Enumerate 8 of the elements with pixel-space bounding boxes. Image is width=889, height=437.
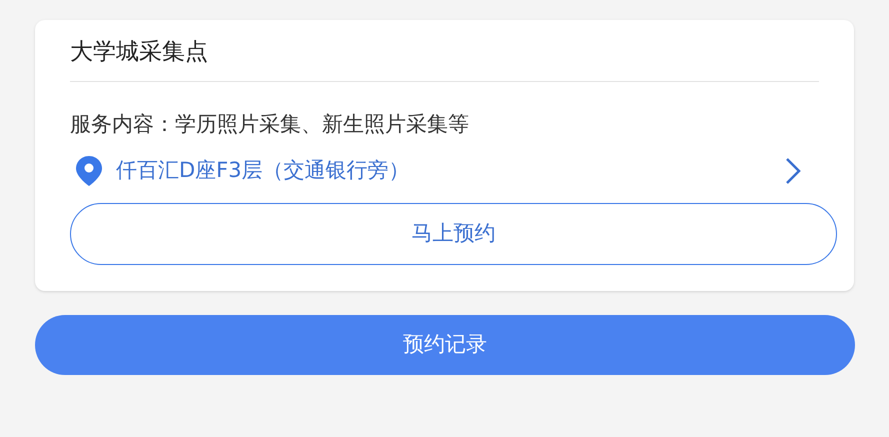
location-link[interactable]: 仟百汇D座F3层（交通银行旁）: [70, 154, 819, 188]
booking-records-button[interactable]: 预约记录: [35, 315, 855, 375]
service-description: 服务内容：学历照片采集、新生照片采集等: [70, 111, 470, 138]
book-now-button[interactable]: 马上预约: [70, 203, 837, 265]
location-text: 仟百汇D座F3层（交通银行旁）: [116, 157, 411, 184]
map-pin-icon: [76, 156, 102, 186]
card-title: 大学城采集点: [70, 34, 819, 82]
chevron-right-icon: [785, 157, 801, 185]
